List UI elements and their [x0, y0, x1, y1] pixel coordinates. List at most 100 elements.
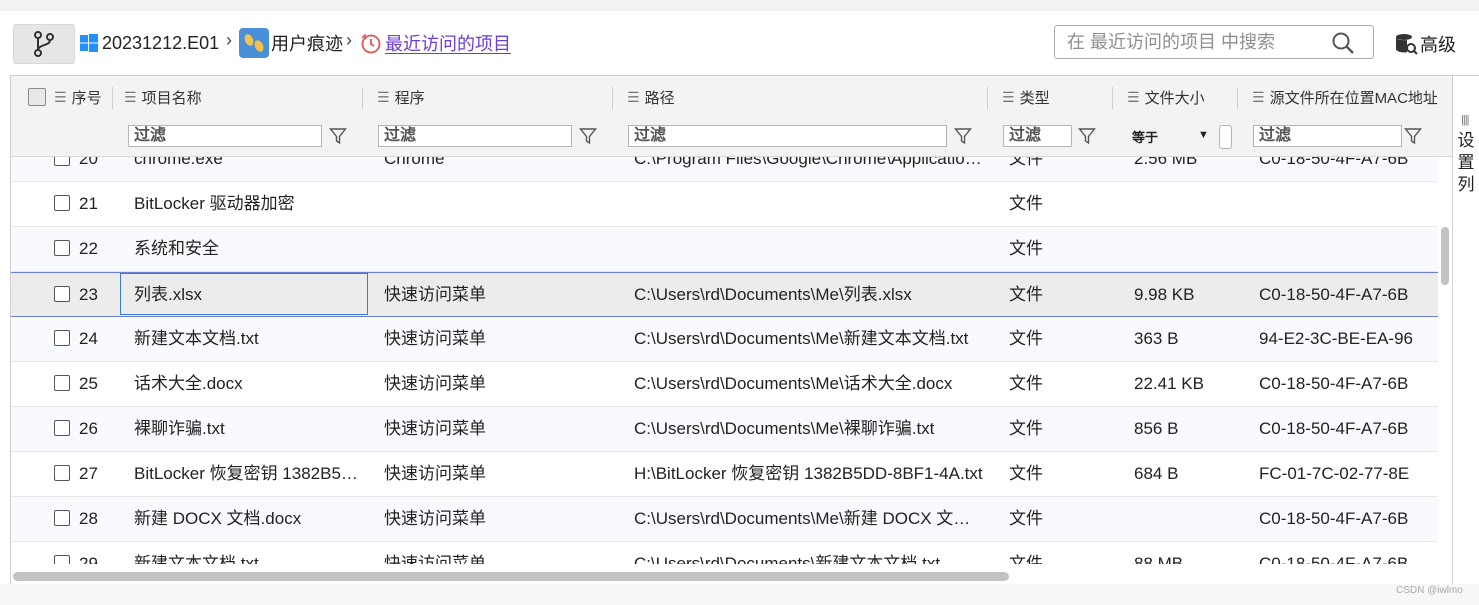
cell-type[interactable]: 文件	[1009, 182, 1109, 226]
cell-type[interactable]: 文件	[1009, 542, 1109, 564]
row-checkbox[interactable]	[54, 465, 70, 481]
cell-path[interactable]: C:\Program Files\Google\Chrome\Applicati…	[634, 157, 984, 181]
filter-type-input[interactable]	[1003, 125, 1072, 147]
cell-mac[interactable]	[1259, 182, 1437, 226]
column-divider[interactable]	[1112, 87, 1113, 109]
breadcrumb-category[interactable]: 用户痕迹	[239, 28, 343, 58]
table-row[interactable]: 25 话术大全.docx 快速访问菜单 C:\Users\rd\Documents\M…	[11, 362, 1438, 407]
search-input[interactable]	[1067, 31, 1293, 53]
column-menu-icon[interactable]: ☰	[124, 89, 137, 106]
header-path[interactable]: ☰ 路径	[627, 76, 675, 118]
header-index[interactable]: ☰ 序号	[28, 76, 102, 118]
cell-type[interactable]: 文件	[1009, 362, 1109, 406]
cell-name[interactable]: 裸聊诈骗.txt	[134, 407, 362, 451]
cell-size[interactable]: 363 B	[1134, 317, 1234, 361]
cell-size[interactable]	[1134, 227, 1234, 271]
filter-program-input[interactable]	[378, 125, 572, 147]
cell-path[interactable]: C:\Users\rd\Documents\Me\新建 DOCX 文档.docx	[634, 497, 984, 541]
breadcrumb-current[interactable]: 最近访问的项目	[360, 30, 511, 56]
cell-size[interactable]: 22.41 KB	[1134, 362, 1234, 406]
row-checkbox[interactable]	[54, 375, 70, 391]
column-divider[interactable]	[362, 87, 363, 109]
cell-mac[interactable]	[1259, 227, 1437, 271]
cell-program[interactable]: 快速访问菜单	[384, 273, 609, 317]
cell-type[interactable]: 文件	[1009, 452, 1109, 496]
column-divider[interactable]	[1237, 87, 1238, 109]
cell-size[interactable]	[1134, 182, 1234, 226]
row-checkbox[interactable]	[54, 330, 70, 346]
cell-name[interactable]: 新建 DOCX 文档.docx	[134, 497, 362, 541]
cell-program[interactable]	[384, 227, 609, 271]
breadcrumb-drive[interactable]: 20231212.E01	[80, 30, 219, 56]
cell-path[interactable]: C:\Users\rd\Documents\Me\话术大全.docx	[634, 362, 984, 406]
table-row[interactable]: 28 新建 DOCX 文档.docx 快速访问菜单 C:\Users\rd\Docum…	[11, 497, 1438, 542]
cell-path[interactable]	[634, 182, 984, 226]
column-menu-icon[interactable]: ☰	[1002, 89, 1015, 106]
cell-size[interactable]: 2.56 MB	[1134, 157, 1234, 181]
cell-size[interactable]	[1134, 497, 1234, 541]
cell-mac[interactable]: FC-01-7C-02-77-8E	[1259, 452, 1437, 496]
row-checkbox[interactable]	[54, 420, 70, 436]
row-checkbox[interactable]	[54, 510, 70, 526]
cell-path[interactable]: C:\Users\rd\Documents\Me\新建文本文档.txt	[634, 317, 984, 361]
cell-name[interactable]: chrome.exe	[134, 157, 362, 181]
cell-size[interactable]: 88 MB	[1134, 542, 1234, 564]
cell-program[interactable]: 快速访问菜单	[384, 542, 609, 564]
cell-path[interactable]: H:\BitLocker 恢复密钥 1382B5DD-8BF1-4A.txt	[634, 452, 984, 496]
cell-type[interactable]: 文件	[1009, 317, 1109, 361]
cell-name[interactable]: 新建文本文档.txt	[134, 317, 362, 361]
cell-size[interactable]: 684 B	[1134, 452, 1234, 496]
cell-mac[interactable]: C0-18-50-4F-A7-6B	[1259, 497, 1437, 541]
header-type[interactable]: ☰ 类型	[1002, 76, 1050, 118]
cell-name[interactable]: 话术大全.docx	[134, 362, 362, 406]
cell-program[interactable]: Chrome	[384, 157, 609, 181]
cell-mac[interactable]: C0-18-50-4F-A7-6B	[1259, 273, 1437, 317]
cell-mac[interactable]: C0-18-50-4F-A7-6B	[1259, 407, 1437, 451]
cell-type[interactable]: 文件	[1009, 273, 1109, 317]
select-all-checkbox[interactable]	[28, 88, 46, 106]
filter-icon[interactable]	[1078, 127, 1096, 145]
column-menu-icon[interactable]: ☰	[377, 89, 390, 106]
cell-program[interactable]: 快速访问菜单	[384, 317, 609, 361]
table-row[interactable]: 21 BitLocker 驱动器加密 文件	[11, 182, 1438, 227]
row-checkbox[interactable]	[54, 555, 70, 564]
cell-size[interactable]: 856 B	[1134, 407, 1234, 451]
cell-mac[interactable]: C0-18-50-4F-A7-6B	[1259, 362, 1437, 406]
table-row[interactable]: 27 BitLocker 恢复密钥 1382B5DD-8BF1-4A.txt 快速访…	[11, 452, 1438, 497]
cell-path[interactable]	[634, 227, 984, 271]
cell-path[interactable]: C:\Users\rd\Documents\新建文本文档.txt	[634, 542, 984, 564]
filter-name-input[interactable]	[128, 125, 322, 147]
table-row[interactable]: 24 新建文本文档.txt 快速访问菜单 C:\Users\rd\Documents\…	[11, 317, 1438, 362]
horizontal-scrollbar[interactable]	[13, 572, 1009, 581]
row-checkbox[interactable]	[54, 157, 70, 166]
cell-program[interactable]: 快速访问菜单	[384, 497, 609, 541]
header-size[interactable]: ☰ 文件大小	[1127, 76, 1205, 118]
column-menu-icon[interactable]: ☰	[54, 89, 67, 106]
filter-mac-input[interactable]	[1253, 125, 1402, 147]
size-operator-select[interactable]: 等于	[1132, 127, 1158, 146]
cell-name[interactable]: BitLocker 驱动器加密	[134, 182, 362, 226]
column-menu-icon[interactable]: ☰	[1252, 89, 1265, 106]
branch-button[interactable]	[13, 24, 75, 64]
column-divider[interactable]	[987, 87, 988, 109]
cell-type[interactable]: 文件	[1009, 497, 1109, 541]
table-row[interactable]: 23 列表.xlsx 快速访问菜单 C:\Users\rd\Documents\Me\…	[11, 272, 1438, 317]
cell-type[interactable]: 文件	[1009, 157, 1109, 181]
filter-path-input[interactable]	[628, 125, 947, 147]
row-checkbox[interactable]	[54, 286, 70, 302]
column-menu-icon[interactable]: ☰	[627, 89, 640, 106]
header-program[interactable]: ☰ 程序	[377, 76, 425, 118]
table-row[interactable]: 20 chrome.exe Chrome C:\Program Files\Googl…	[11, 157, 1438, 182]
cell-mac[interactable]: C0-18-50-4F-A7-6B	[1259, 157, 1437, 181]
cell-program[interactable]: 快速访问菜单	[384, 452, 609, 496]
filter-icon[interactable]	[954, 127, 972, 145]
cell-program[interactable]: 快速访问菜单	[384, 362, 609, 406]
row-checkbox[interactable]	[54, 195, 70, 211]
size-value-input[interactable]	[1219, 125, 1232, 149]
cell-path[interactable]: C:\Users\rd\Documents\Me\裸聊诈骗.txt	[634, 407, 984, 451]
table-row[interactable]: 29 新建文本文档.txt 快速访问菜单 C:\Users\rd\Documents\…	[11, 542, 1438, 564]
cell-name[interactable]: 系统和安全	[134, 227, 362, 271]
advanced-button[interactable]: 高级	[1394, 31, 1456, 57]
cell-type[interactable]: 文件	[1009, 227, 1109, 271]
vertical-scrollbar[interactable]	[1441, 227, 1449, 285]
